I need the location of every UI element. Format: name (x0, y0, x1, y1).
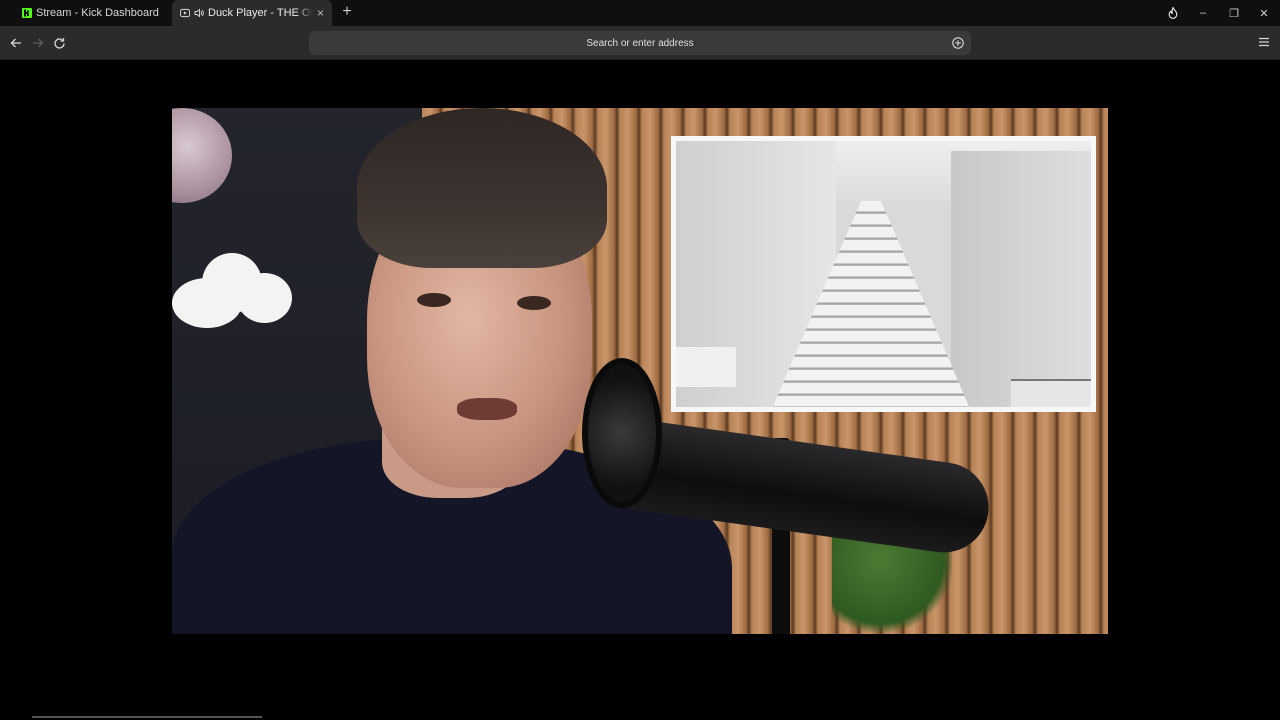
menu-button[interactable] (1256, 34, 1272, 50)
cloud-decoration (172, 248, 292, 328)
presenter-mouth (457, 398, 517, 420)
reload-button[interactable] (49, 33, 69, 53)
address-input[interactable] (340, 36, 940, 50)
inset-staircase-photo (671, 136, 1096, 412)
kick-logo-icon (22, 8, 32, 18)
tab-kick-dashboard[interactable]: Stream - Kick Dashboard (14, 0, 172, 26)
page-load-progress (32, 716, 262, 718)
ai-chat-icon[interactable] (951, 36, 965, 50)
hamburger-icon (1259, 37, 1269, 47)
minimize-button[interactable]: – (1188, 0, 1218, 26)
fire-icon[interactable] (1158, 0, 1188, 26)
tab-title: Duck Player - THE ONE Fa (208, 7, 313, 19)
arrow-right-icon (33, 38, 44, 48)
reload-icon (53, 37, 65, 49)
presenter-eye-right (517, 296, 551, 310)
youtube-play-icon (180, 8, 190, 18)
browser-toolbar (0, 26, 1280, 60)
address-bar[interactable] (309, 31, 971, 55)
arrow-left-icon (10, 38, 21, 48)
tab-title: Stream - Kick Dashboard (36, 7, 159, 19)
new-tab-button[interactable]: + (338, 3, 356, 21)
page-content (0, 61, 1280, 720)
close-tab-icon[interactable]: × (317, 6, 324, 20)
tab-strip: Stream - Kick Dashboard Duck Player - TH… (0, 0, 1280, 26)
video-player[interactable] (172, 108, 1108, 634)
presenter-eye-left (417, 293, 451, 307)
microphone-grill (582, 358, 662, 508)
forward-button[interactable] (28, 33, 48, 53)
close-window-button[interactable]: ✕ (1249, 0, 1279, 26)
speaker-icon[interactable] (194, 8, 204, 18)
tab-duck-player[interactable]: Duck Player - THE ONE Fa × (172, 0, 332, 26)
presenter-hair (357, 108, 607, 268)
back-button[interactable] (6, 33, 26, 53)
restore-button[interactable]: ❐ (1219, 0, 1249, 26)
